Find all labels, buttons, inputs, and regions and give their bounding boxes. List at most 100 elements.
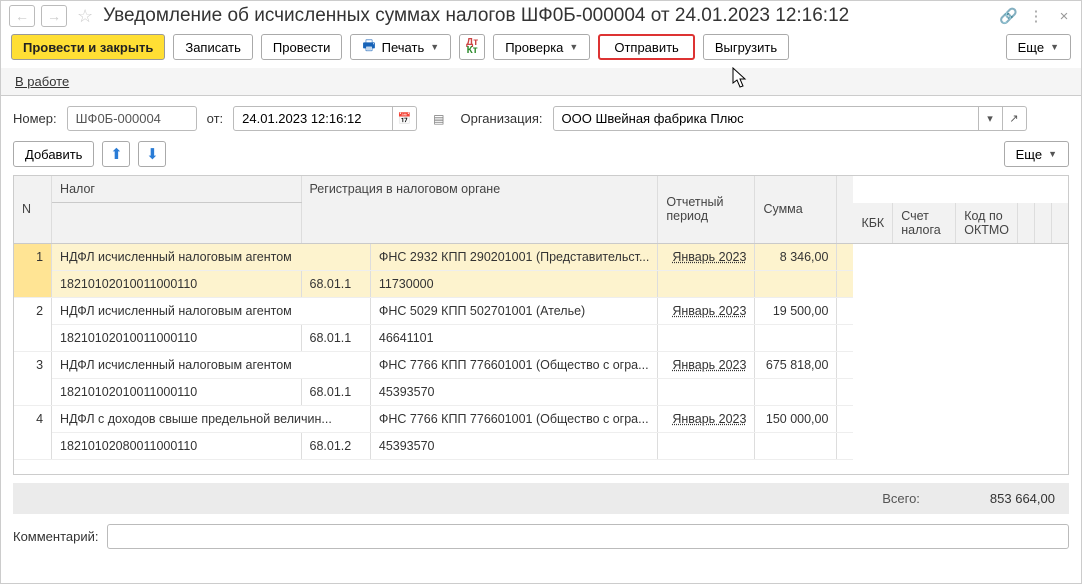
cell-sum: 150 000,00 bbox=[755, 405, 837, 432]
upload-button[interactable]: Выгрузить bbox=[703, 34, 789, 60]
col-sum-sub bbox=[1035, 203, 1052, 244]
comment-label: Комментарий: bbox=[13, 529, 99, 544]
cell-kbk: 18210102010011000110 bbox=[52, 378, 301, 405]
table-row[interactable]: 3НДФЛ исчисленный налоговым агентомФНС 7… bbox=[14, 351, 1068, 378]
arrow-up-icon: ⬆ bbox=[110, 145, 123, 163]
list-icon[interactable]: ▤ bbox=[433, 112, 444, 126]
dtkt-button[interactable]: ДтКт bbox=[459, 34, 485, 60]
cell-reg: ФНС 2932 КПП 290201001 (Представительст.… bbox=[370, 243, 658, 270]
print-button-label: Печать bbox=[382, 40, 425, 55]
table-row-sub[interactable]: 1821010201001100011068.01.145393570 bbox=[14, 378, 1068, 405]
more-button[interactable]: Еще ▼ bbox=[1006, 34, 1071, 60]
link-icon[interactable]: 🔗 bbox=[999, 7, 1017, 25]
cell-reg: ФНС 7766 КПП 776601001 (Общество с огра.… bbox=[370, 351, 658, 378]
table-row-sub[interactable]: 1821010201001100011068.01.146641101 bbox=[14, 324, 1068, 351]
dropdown-caret-icon: ▼ bbox=[430, 42, 439, 52]
dtkt-icon: ДтКт bbox=[466, 39, 478, 55]
cell-tax: НДФЛ исчисленный налоговым агентом bbox=[52, 351, 371, 378]
table-row[interactable]: 1НДФЛ исчисленный налоговым агентомФНС 2… bbox=[14, 243, 1068, 270]
cell-kbk: 18210102080011000110 bbox=[52, 432, 301, 459]
org-label: Организация: bbox=[461, 111, 543, 126]
send-button[interactable]: Отправить bbox=[598, 34, 694, 60]
titlebar: ← → ☆ Уведомление об исчисленных суммах … bbox=[1, 1, 1081, 30]
number-label: Номер: bbox=[13, 111, 57, 126]
tax-grid[interactable]: N Налог Регистрация в налоговом органе О… bbox=[14, 176, 1068, 460]
move-down-button[interactable]: ⬇ bbox=[138, 141, 166, 167]
post-button[interactable]: Провести bbox=[261, 34, 343, 60]
cell-sum: 19 500,00 bbox=[755, 297, 837, 324]
check-button-label: Проверка bbox=[505, 40, 563, 55]
nav-back-button[interactable]: ← bbox=[9, 5, 35, 27]
col-sum[interactable]: Сумма bbox=[755, 176, 837, 243]
calendar-icon[interactable]: 📅 bbox=[393, 106, 417, 131]
nav-forward-button[interactable]: → bbox=[41, 5, 67, 27]
comment-input[interactable] bbox=[107, 524, 1070, 549]
close-window-icon[interactable]: × bbox=[1055, 8, 1073, 25]
col-oktmo[interactable]: Код по ОКТМО bbox=[956, 203, 1018, 244]
table-toolbar: Добавить ⬆ ⬇ Еще ▼ bbox=[1, 137, 1081, 175]
grid-container: N Налог Регистрация в налоговом органе О… bbox=[13, 175, 1069, 475]
cell-kbk: 18210102010011000110 bbox=[52, 324, 301, 351]
print-button[interactable]: 🖶 Печать ▼ bbox=[350, 34, 451, 60]
col-reg[interactable]: Регистрация в налоговом органе bbox=[301, 176, 658, 243]
table-more-label: Еще bbox=[1016, 147, 1042, 162]
cell-kbk: 18210102010011000110 bbox=[52, 270, 301, 297]
col-kbk[interactable]: КБК bbox=[853, 203, 892, 244]
check-button[interactable]: Проверка ▼ bbox=[493, 34, 590, 60]
cell-period[interactable]: Январь 2023 bbox=[658, 351, 755, 378]
col-account[interactable]: Счет налога bbox=[893, 203, 956, 244]
open-icon[interactable]: ↗ bbox=[1003, 106, 1027, 131]
table-row-sub[interactable]: 1821010201001100011068.01.111730000 bbox=[14, 270, 1068, 297]
cell-sum: 675 818,00 bbox=[755, 351, 837, 378]
cell-n: 2 bbox=[14, 297, 52, 351]
cell-reg: ФНС 7766 КПП 776601001 (Общество с огра.… bbox=[370, 405, 658, 432]
cell-empty bbox=[658, 378, 755, 405]
cell-empty bbox=[755, 324, 837, 351]
table-more-button[interactable]: Еще ▼ bbox=[1004, 141, 1069, 167]
cell-empty bbox=[658, 270, 755, 297]
window-title: Уведомление об исчисленных суммах налого… bbox=[103, 5, 993, 27]
cell-account: 68.01.2 bbox=[301, 432, 370, 459]
total-row: Всего: 853 664,00 bbox=[13, 483, 1069, 514]
org-input[interactable] bbox=[553, 106, 979, 131]
cell-empty bbox=[755, 432, 837, 459]
number-input[interactable] bbox=[67, 106, 197, 131]
table-row[interactable]: 2НДФЛ исчисленный налоговым агентомФНС 5… bbox=[14, 297, 1068, 324]
col-n-sub bbox=[52, 203, 301, 244]
cell-empty bbox=[658, 324, 755, 351]
add-row-button[interactable]: Добавить bbox=[13, 141, 94, 167]
col-period-sub bbox=[1018, 203, 1035, 244]
cell-period[interactable]: Январь 2023 bbox=[658, 405, 755, 432]
table-row[interactable]: 4НДФЛ с доходов свыше предельной величин… bbox=[14, 405, 1068, 432]
col-n[interactable]: N bbox=[14, 176, 52, 243]
move-up-button[interactable]: ⬆ bbox=[102, 141, 130, 167]
cell-account: 68.01.1 bbox=[301, 324, 370, 351]
col-period[interactable]: Отчетный период bbox=[658, 176, 755, 243]
cell-n: 4 bbox=[14, 405, 52, 459]
date-input[interactable] bbox=[233, 106, 393, 131]
total-label: Всего: bbox=[882, 491, 920, 506]
cell-period[interactable]: Январь 2023 bbox=[658, 243, 755, 270]
write-button[interactable]: Записать bbox=[173, 34, 253, 60]
status-link[interactable]: В работе bbox=[15, 74, 69, 89]
cell-tax: НДФЛ с доходов свыше предельной величин.… bbox=[52, 405, 371, 432]
cell-empty bbox=[658, 432, 755, 459]
comment-row: Комментарий: bbox=[1, 514, 1081, 559]
fields-row: Номер: от: 📅 ▤ Организация: ▾ ↗ bbox=[1, 96, 1081, 137]
cell-oktmo: 11730000 bbox=[370, 270, 658, 297]
cell-tax: НДФЛ исчисленный налоговым агентом bbox=[52, 297, 371, 324]
cell-period[interactable]: Январь 2023 bbox=[658, 297, 755, 324]
cell-oktmo: 45393570 bbox=[370, 432, 658, 459]
col-tax[interactable]: Налог bbox=[52, 176, 301, 203]
more-menu-icon[interactable]: ⋮ bbox=[1027, 7, 1045, 25]
favorite-star-icon[interactable]: ☆ bbox=[77, 6, 93, 27]
cell-sum: 8 346,00 bbox=[755, 243, 837, 270]
print-icon: 🖶 bbox=[362, 35, 375, 59]
from-label: от: bbox=[207, 111, 224, 126]
cell-oktmo: 46641101 bbox=[370, 324, 658, 351]
arrow-down-icon: ⬇ bbox=[146, 145, 159, 163]
col-spacer bbox=[837, 176, 854, 243]
table-row-sub[interactable]: 1821010208001100011068.01.245393570 bbox=[14, 432, 1068, 459]
post-and-close-button[interactable]: Провести и закрыть bbox=[11, 34, 165, 60]
dropdown-caret-icon[interactable]: ▾ bbox=[979, 106, 1003, 131]
